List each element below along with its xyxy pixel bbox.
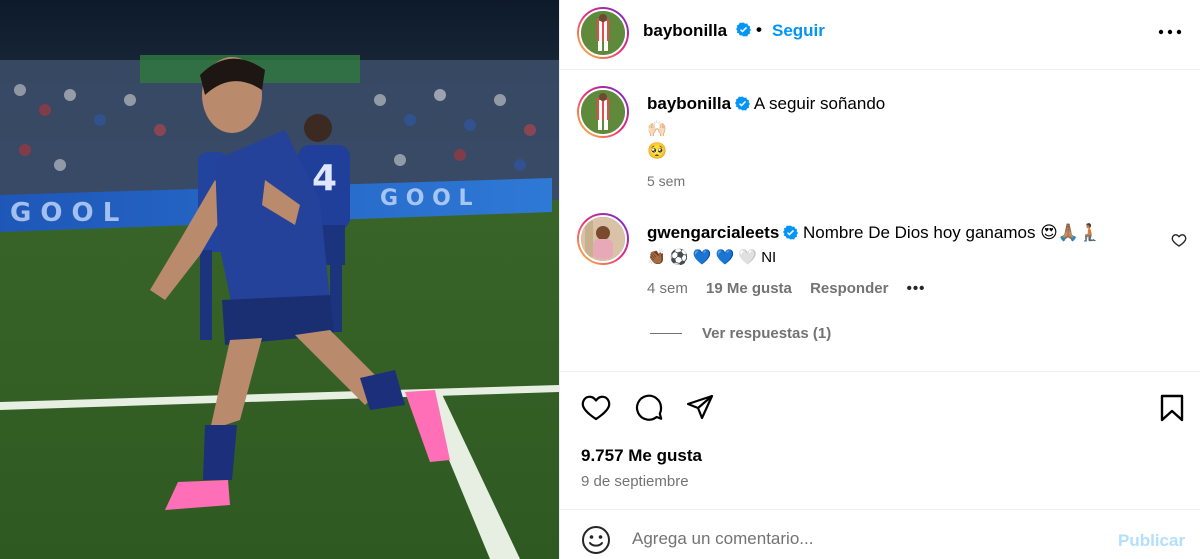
replies-divider [650,333,682,334]
author-avatar[interactable] [577,7,629,59]
author-avatar-image [579,9,627,57]
caption-avatar-image [579,88,627,136]
svg-text:G O O L: G O O L [10,198,119,228]
publish-button[interactable]: Publicar [1118,531,1185,551]
header-separator: • [756,20,762,39]
post-details-panel: baybonilla • Seguir baybonilla A seguir … [559,0,1200,559]
commenter-avatar[interactable] [577,213,629,265]
comment-input[interactable] [632,526,1092,552]
share-icon[interactable] [684,392,716,424]
post-header: baybonilla • Seguir [560,0,1200,70]
view-replies-label: Ver respuestas (1) [702,325,832,342]
caption-username[interactable]: baybonilla [647,94,731,113]
post-date[interactable]: 9 de septiembre [581,473,689,490]
post-likes-count[interactable]: 9.757 Me gusta [581,446,702,466]
verified-badge-icon [735,96,751,111]
comment-icon[interactable] [633,392,665,424]
reply-button[interactable]: Responder [810,280,888,297]
caption-emoji-line-2: 🥺 [647,143,667,160]
caption-text-line: baybonilla A seguir soñando [647,94,885,114]
view-replies-button[interactable]: Ver respuestas (1) [650,325,831,342]
post-photo-illustration: G O O L G O O L 4 [0,0,559,559]
comment-body: Nombre De Dios hoy ganamos 😍🙏🏽🧎🏽 [803,223,1101,242]
post-image[interactable]: G O O L G O O L 4 [0,0,559,559]
add-comment-bar: Publicar [560,509,1200,559]
verified-badge-icon [736,22,751,37]
verified-badge-icon [783,225,799,240]
commenter-avatar-image [579,215,627,263]
comment-like-heart-icon[interactable] [1171,232,1187,248]
comment-likes-count[interactable]: 19 Me gusta [706,280,792,297]
svg-text:G O O L: G O O L [380,186,472,211]
caption-emoji-line-1: 🙌🏻 [647,121,667,138]
comment-options-icon[interactable]: ••• [907,280,926,297]
comment-timestamp[interactable]: 4 sem [647,280,688,297]
commenter-username[interactable]: gwengarcialeets [647,223,779,242]
caption-timestamp[interactable]: 5 sem [647,173,685,189]
more-options-icon[interactable] [1156,20,1184,44]
heart-icon[interactable] [580,392,612,424]
emoji-picker-icon[interactable] [581,525,611,555]
caption-body: A seguir soñando [753,94,886,113]
comment-emoji-line: 👏🏾 ⚽ 💙 💙 🤍 NI [647,249,777,266]
follow-button[interactable]: Seguir [772,21,825,41]
author-username[interactable]: baybonilla [643,21,727,41]
bookmark-icon[interactable] [1156,392,1188,424]
caption-avatar[interactable] [577,86,629,138]
comment-text-line: gwengarcialeets Nombre De Dios hoy ganam… [647,223,1100,243]
comment-meta: 4 sem 19 Me gusta Responder ••• [647,280,939,297]
